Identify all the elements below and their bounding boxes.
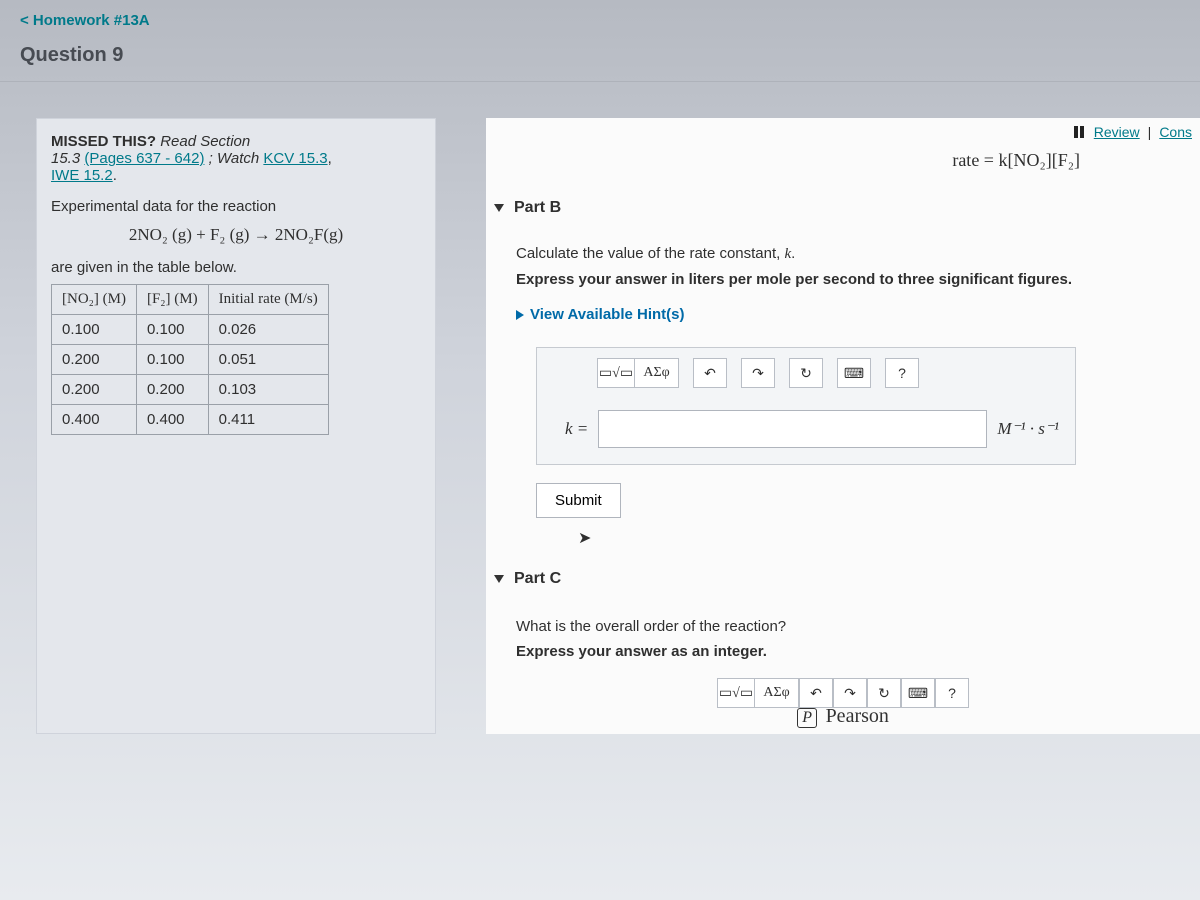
constants-link[interactable]: Cons bbox=[1159, 124, 1192, 140]
rate-law: rate = k[NO₂][F₂] bbox=[486, 150, 1200, 189]
table-lead: are given in the table below. bbox=[51, 259, 421, 276]
undo-button[interactable]: ↶ bbox=[799, 678, 833, 708]
read-section-text: Read Section bbox=[160, 133, 250, 150]
templates-button[interactable]: ▭√▭ bbox=[597, 358, 635, 388]
col-header: [F₂] (M) bbox=[136, 285, 208, 315]
back-link[interactable]: < Homework #13A bbox=[20, 12, 150, 29]
problem-panel: MISSED THIS? Read Section 15.3 (Pages 63… bbox=[36, 118, 436, 734]
data-table: [NO₂] (M) [F₂] (M) Initial rate (M/s) 0.… bbox=[51, 284, 329, 435]
footer: P Pearson bbox=[486, 705, 1200, 728]
question-title: Question 9 bbox=[0, 34, 1200, 82]
pearson-brand: Pearson bbox=[826, 705, 889, 727]
keyboard-button[interactable]: ⌨ bbox=[837, 358, 871, 388]
part-c-label: Part C bbox=[514, 570, 561, 588]
table-row: 0.1000.1000.026 bbox=[52, 315, 329, 345]
chevron-right-icon bbox=[516, 310, 524, 320]
pause-icon[interactable] bbox=[1074, 126, 1086, 138]
table-row: 0.4000.4000.411 bbox=[52, 405, 329, 435]
redo-button[interactable]: ↷ bbox=[741, 358, 775, 388]
greek-button[interactable]: ΑΣφ bbox=[755, 678, 799, 708]
answer-panel: Review | Cons rate = k[NO₂][F₂] Part B C… bbox=[486, 118, 1200, 734]
undo-button[interactable]: ↶ bbox=[693, 358, 727, 388]
k-label: k = bbox=[565, 419, 588, 439]
part-c-format: Express your answer as an integer. bbox=[516, 643, 1188, 660]
keyboard-button[interactable]: ⌨ bbox=[901, 678, 935, 708]
reset-button[interactable]: ↻ bbox=[789, 358, 823, 388]
col-header: [NO₂] (M) bbox=[52, 285, 137, 315]
missed-this: MISSED THIS? Read Section 15.3 (Pages 63… bbox=[51, 133, 421, 184]
separator: | bbox=[1148, 124, 1152, 140]
part-c-header[interactable]: Part C bbox=[486, 560, 1200, 598]
table-row: 0.2000.1000.051 bbox=[52, 345, 329, 375]
missed-this-label: MISSED THIS? bbox=[51, 133, 156, 150]
part-c-prompt: What is the overall order of the reactio… bbox=[516, 618, 1188, 635]
review-link[interactable]: Review bbox=[1094, 124, 1140, 140]
chevron-down-icon bbox=[494, 204, 504, 212]
view-hints[interactable]: View Available Hint(s) bbox=[486, 294, 1200, 329]
submit-button[interactable]: Submit bbox=[536, 483, 621, 518]
watch-label: ; Watch bbox=[209, 150, 260, 167]
help-button[interactable]: ? bbox=[885, 358, 919, 388]
help-button[interactable]: ? bbox=[935, 678, 969, 708]
part-b-format: Express your answer in liters per mole p… bbox=[516, 271, 1188, 288]
cursor-icon: ➤ bbox=[578, 528, 1200, 548]
reset-button[interactable]: ↻ bbox=[867, 678, 901, 708]
part-b-label: Part B bbox=[514, 199, 561, 217]
reaction-equation: 2NO₂ (g) + F₂ (g) → 2NO₂F(g) bbox=[51, 225, 421, 245]
redo-button[interactable]: ↷ bbox=[833, 678, 867, 708]
table-row: 0.2000.2000.103 bbox=[52, 375, 329, 405]
pages-link[interactable]: (Pages 637 - 642) bbox=[84, 150, 204, 167]
kcv-link[interactable]: KCV 15.3 bbox=[263, 150, 327, 167]
pearson-p-icon: P bbox=[797, 708, 817, 728]
experimental-intro: Experimental data for the reaction bbox=[51, 198, 421, 215]
chevron-down-icon bbox=[494, 575, 504, 583]
greek-button[interactable]: ΑΣφ bbox=[635, 358, 679, 388]
templates-button[interactable]: ▭√▭ bbox=[717, 678, 755, 708]
part-b-header[interactable]: Part B bbox=[486, 189, 1200, 227]
answer-input[interactable] bbox=[598, 410, 987, 448]
col-header: Initial rate (M/s) bbox=[208, 285, 328, 315]
iwe-link[interactable]: IWE 15.2 bbox=[51, 167, 113, 184]
units-label: M⁻¹ · s⁻¹ bbox=[997, 419, 1059, 439]
part-b-prompt: Calculate the value of the rate constant… bbox=[516, 245, 1188, 263]
answer-box: ▭√▭ ΑΣφ ↶ ↷ ↻ ⌨ ? k = M⁻¹ · s⁻¹ bbox=[536, 347, 1076, 465]
